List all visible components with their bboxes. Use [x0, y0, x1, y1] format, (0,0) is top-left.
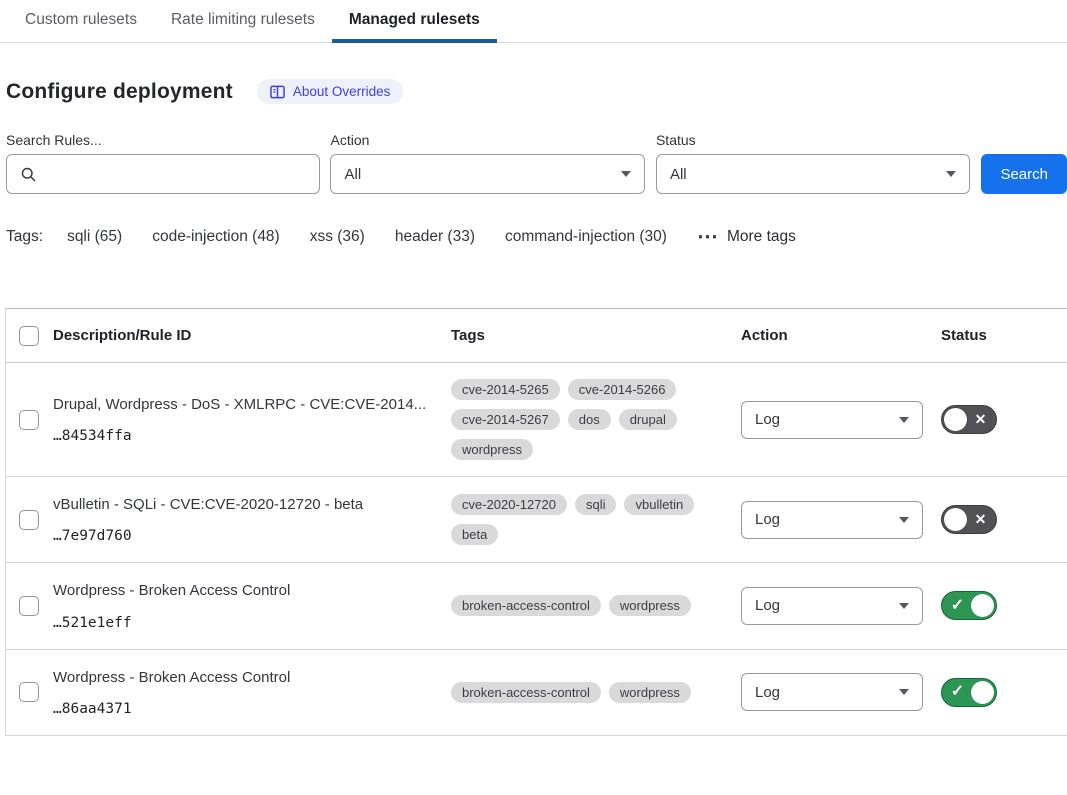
chevron-down-icon [946, 171, 956, 177]
row-checkbox[interactable] [19, 682, 39, 702]
tag-pill: broken-access-control [451, 682, 601, 703]
managed-rules-table: Description/Rule ID Tags Action Status D… [5, 308, 1067, 736]
tab-rate-limiting-rulesets[interactable]: Rate limiting rulesets [154, 0, 332, 42]
rule-description: vBulletin - SQLi - CVE:CVE-2020-12720 - … [53, 495, 427, 515]
rule-id: …7e97d760 [53, 528, 427, 544]
tab-managed-rulesets[interactable]: Managed rulesets [332, 0, 497, 42]
toggle-knob [971, 594, 994, 617]
status-toggle[interactable] [941, 405, 997, 434]
rule-id: …521e1eff [53, 615, 427, 631]
filter-bar: Search Rules... Action All Status All [6, 132, 1067, 194]
table-row: Wordpress - Broken Access Control …521e1… [6, 563, 1067, 649]
rule-action-select[interactable]: Log [741, 501, 923, 539]
rule-description: Wordpress - Broken Access Control [53, 668, 427, 688]
rule-description: Wordpress - Broken Access Control [53, 581, 427, 601]
tag-pill: dos [568, 409, 611, 430]
tag-filter-sqli[interactable]: sqli (65) [67, 228, 122, 246]
table-row: vBulletin - SQLi - CVE:CVE-2020-12720 - … [6, 477, 1067, 563]
tag-pill: vbulletin [624, 494, 694, 515]
tab-custom-rulesets[interactable]: Custom rulesets [8, 0, 154, 42]
search-icon [20, 166, 37, 183]
tag-pill: cve-2014-5266 [568, 379, 677, 400]
col-status: Status [941, 327, 1067, 344]
rule-action-value: Log [755, 684, 780, 701]
tag-pill: beta [451, 524, 498, 545]
col-tags: Tags [451, 327, 741, 344]
status-filter-select[interactable]: All [656, 154, 970, 194]
status-toggle[interactable] [941, 505, 997, 534]
tags-bar: Tags: sqli (65) code-injection (48) xss … [6, 228, 1067, 246]
action-filter-value: All [344, 166, 361, 183]
rule-action-select[interactable]: Log [741, 401, 923, 439]
tag-pill: broken-access-control [451, 595, 601, 616]
row-checkbox[interactable] [19, 510, 39, 530]
check-icon [944, 598, 971, 614]
search-rules-input[interactable] [45, 165, 306, 184]
select-all-checkbox[interactable] [19, 326, 39, 346]
table-row: Drupal, Wordpress - DoS - XMLRPC - CVE:C… [6, 363, 1067, 477]
x-icon [967, 412, 994, 426]
chevron-down-icon [899, 689, 909, 695]
tag-pill: wordpress [451, 439, 533, 460]
chevron-down-icon [621, 171, 631, 177]
search-rules-box[interactable] [6, 154, 320, 194]
tag-pill: sqli [575, 494, 617, 515]
search-rules-label: Search Rules... [6, 132, 320, 148]
book-icon [270, 85, 285, 99]
table-header-row: Description/Rule ID Tags Action Status [6, 309, 1067, 363]
rule-tags: cve-2014-5265 cve-2014-5266 cve-2014-526… [451, 363, 713, 476]
rule-id: …86aa4371 [53, 701, 427, 717]
rule-action-select[interactable]: Log [741, 587, 923, 625]
rule-action-select[interactable]: Log [741, 673, 923, 711]
row-checkbox[interactable] [19, 596, 39, 616]
chevron-down-icon [899, 517, 909, 523]
heading-row: Configure deployment About Overrides [6, 79, 1067, 104]
rule-tags: cve-2020-12720 sqli vbulletin beta [451, 478, 713, 561]
rule-tags: broken-access-control wordpress [451, 579, 713, 632]
status-toggle[interactable] [941, 591, 997, 620]
search-button[interactable]: Search [981, 154, 1067, 194]
status-toggle[interactable] [941, 678, 997, 707]
col-description: Description/Rule ID [53, 327, 451, 344]
rule-tags: broken-access-control wordpress [451, 666, 713, 719]
rule-description: Drupal, Wordpress - DoS - XMLRPC - CVE:C… [53, 395, 427, 415]
ruleset-tabs: Custom rulesets Rate limiting rulesets M… [0, 0, 1067, 43]
x-icon [967, 512, 994, 526]
rule-action-value: Log [755, 411, 780, 428]
tag-pill: cve-2020-12720 [451, 494, 567, 515]
table-row: Wordpress - Broken Access Control …86aa4… [6, 650, 1067, 736]
page-title: Configure deployment [6, 80, 233, 104]
about-overrides-link[interactable]: About Overrides [257, 79, 404, 104]
rule-action-value: Log [755, 597, 780, 614]
more-tags-label: More tags [727, 228, 796, 246]
status-filter-value: All [670, 166, 687, 183]
chevron-down-icon [899, 603, 909, 609]
rule-id: …84534ffa [53, 428, 427, 444]
toggle-knob [944, 508, 967, 531]
tag-pill: cve-2014-5265 [451, 379, 560, 400]
tag-filter-code-injection[interactable]: code-injection (48) [152, 228, 280, 246]
toggle-knob [971, 681, 994, 704]
more-tags-icon: ⋯ [697, 232, 719, 242]
tag-pill: wordpress [609, 595, 691, 616]
toggle-knob [944, 408, 967, 431]
status-filter-label: Status [656, 132, 970, 148]
chevron-down-icon [899, 417, 909, 423]
row-checkbox[interactable] [19, 410, 39, 430]
about-overrides-label: About Overrides [293, 84, 391, 99]
col-action: Action [741, 327, 941, 344]
more-tags-button[interactable]: ⋯ More tags [697, 228, 796, 246]
rule-action-value: Log [755, 511, 780, 528]
tag-pill: drupal [619, 409, 677, 430]
tag-pill: wordpress [609, 682, 691, 703]
tag-pill: cve-2014-5267 [451, 409, 560, 430]
tag-filter-xss[interactable]: xss (36) [310, 228, 365, 246]
action-filter-label: Action [330, 132, 644, 148]
check-icon [944, 684, 971, 700]
tags-label: Tags: [6, 228, 43, 246]
action-filter-select[interactable]: All [330, 154, 644, 194]
tag-filter-command-injection[interactable]: command-injection (30) [505, 228, 667, 246]
tag-filter-header[interactable]: header (33) [395, 228, 475, 246]
